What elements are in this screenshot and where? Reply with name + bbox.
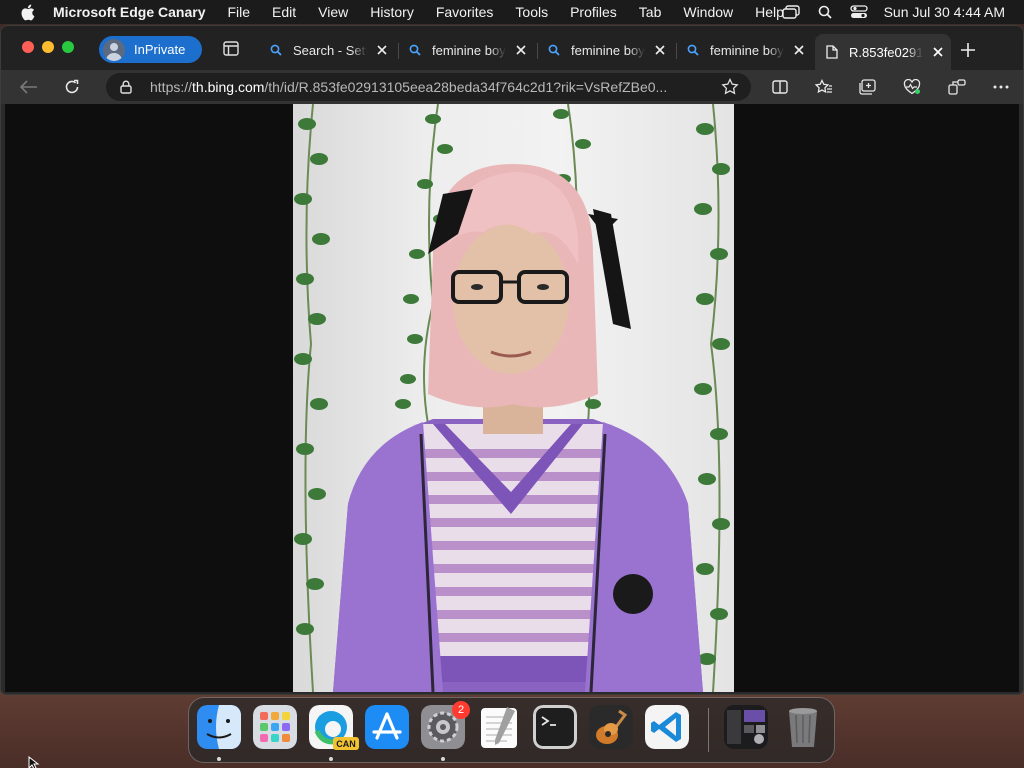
browser-toolbar: https://th.bing.com/th/id/R.853fe0291310… (1, 70, 1023, 104)
close-tab-icon[interactable] (375, 43, 389, 57)
notification-badge: 2 (452, 701, 470, 719)
screenshot-stack-icon[interactable] (724, 705, 768, 749)
menu-favorites[interactable]: Favorites (436, 4, 494, 20)
search-icon (686, 43, 700, 57)
close-tab-icon[interactable] (514, 43, 528, 57)
search-icon (408, 43, 422, 57)
menu-app-name[interactable]: Microsoft Edge Canary (53, 4, 205, 20)
tab-title: feminine boy (432, 42, 506, 58)
running-indicator (329, 757, 333, 761)
dock: CAN 2 (188, 697, 835, 763)
close-tab-icon[interactable] (653, 43, 667, 57)
browser-essentials-icon[interactable] (901, 76, 923, 98)
url-host: th.bing.com (192, 79, 265, 95)
menu-edit[interactable]: Edit (272, 4, 296, 20)
menu-help[interactable]: Help (755, 4, 784, 20)
zoom-window-button[interactable] (62, 41, 74, 53)
close-tab-icon[interactable] (931, 45, 945, 59)
vscode-icon[interactable] (645, 705, 689, 749)
menu-window[interactable]: Window (683, 4, 733, 20)
running-indicator (217, 757, 221, 761)
back-button[interactable] (18, 76, 40, 98)
page-icon (825, 45, 839, 59)
menu-tools[interactable]: Tools (515, 4, 548, 20)
app-store-icon[interactable] (365, 705, 409, 749)
tab-strip: InPrivate Search - Setti feminine boy fe… (1, 26, 1023, 70)
mouse-cursor-icon (28, 755, 40, 768)
new-tab-button[interactable] (959, 41, 977, 59)
refresh-button[interactable] (61, 76, 83, 98)
browser-window: InPrivate Search - Setti feminine boy fe… (0, 25, 1024, 695)
textedit-icon[interactable] (477, 705, 521, 749)
terminal-icon[interactable] (533, 705, 577, 749)
menubar-clock[interactable]: Sun Jul 30 4:44 AM (884, 4, 1005, 20)
collections-icon[interactable] (857, 76, 879, 98)
url-path: /th/id/R.853fe02913105eea28beda34f764c2d… (264, 79, 668, 95)
ivy-vine-right (694, 104, 730, 692)
address-bar[interactable]: https://th.bing.com/th/id/R.853fe0291310… (106, 73, 751, 101)
tab-feminine-boy-3[interactable]: feminine boy (676, 34, 814, 66)
menu-profiles[interactable]: Profiles (570, 4, 617, 20)
tab-actions-icon[interactable] (223, 41, 241, 57)
menu-history[interactable]: History (370, 4, 414, 20)
close-tab-icon[interactable] (792, 43, 806, 57)
tab-feminine-boy-2[interactable]: feminine boy (537, 34, 677, 66)
search-icon (269, 43, 283, 57)
more-options-icon[interactable] (990, 76, 1012, 98)
canary-badge: CAN (333, 737, 359, 750)
tab-image-active[interactable]: R.853fe02913 (815, 34, 951, 70)
favorites-icon[interactable] (813, 76, 835, 98)
tab-search-settings[interactable]: Search - Setti (259, 34, 399, 66)
tab-title: feminine boy (710, 42, 784, 58)
inprivate-profile-button[interactable]: InPrivate (99, 36, 202, 63)
launchpad-icon[interactable] (253, 705, 297, 749)
split-screen-icon[interactable] (769, 76, 791, 98)
finder-icon[interactable] (197, 705, 241, 749)
url-scheme: https:// (150, 79, 193, 95)
tab-title: feminine boy (571, 42, 645, 58)
lock-icon[interactable] (118, 79, 134, 95)
trash-icon[interactable] (781, 705, 825, 749)
close-window-button[interactable] (22, 41, 34, 53)
search-icon (547, 43, 561, 57)
menu-file[interactable]: File (227, 4, 250, 20)
apple-menu-icon[interactable] (18, 3, 36, 21)
inprivate-label: InPrivate (134, 42, 186, 57)
displayed-image (293, 104, 734, 692)
window-switcher-icon[interactable] (781, 4, 800, 20)
avatar (103, 38, 125, 61)
tab-title: Search - Setti (293, 42, 367, 58)
menu-view[interactable]: View (318, 4, 348, 20)
ivy-vine-left (294, 104, 330, 692)
menu-bar: Microsoft Edge Canary File Edit View His… (0, 0, 1024, 24)
extensions-icon[interactable] (946, 76, 968, 98)
running-indicator (441, 757, 445, 761)
spotlight-search-icon[interactable] (816, 4, 834, 20)
garageband-icon[interactable] (589, 705, 633, 749)
control-center-icon[interactable] (849, 4, 868, 20)
menu-tab[interactable]: Tab (639, 4, 662, 20)
page-content (5, 104, 1019, 692)
tab-feminine-boy-1[interactable]: feminine boy (398, 34, 538, 66)
tab-title: R.853fe02913 (849, 44, 923, 60)
add-favorite-star-icon[interactable] (721, 77, 739, 96)
dock-separator (708, 708, 709, 752)
address-url[interactable]: https://th.bing.com/th/id/R.853fe0291310… (150, 79, 705, 95)
minimize-window-button[interactable] (42, 41, 54, 53)
